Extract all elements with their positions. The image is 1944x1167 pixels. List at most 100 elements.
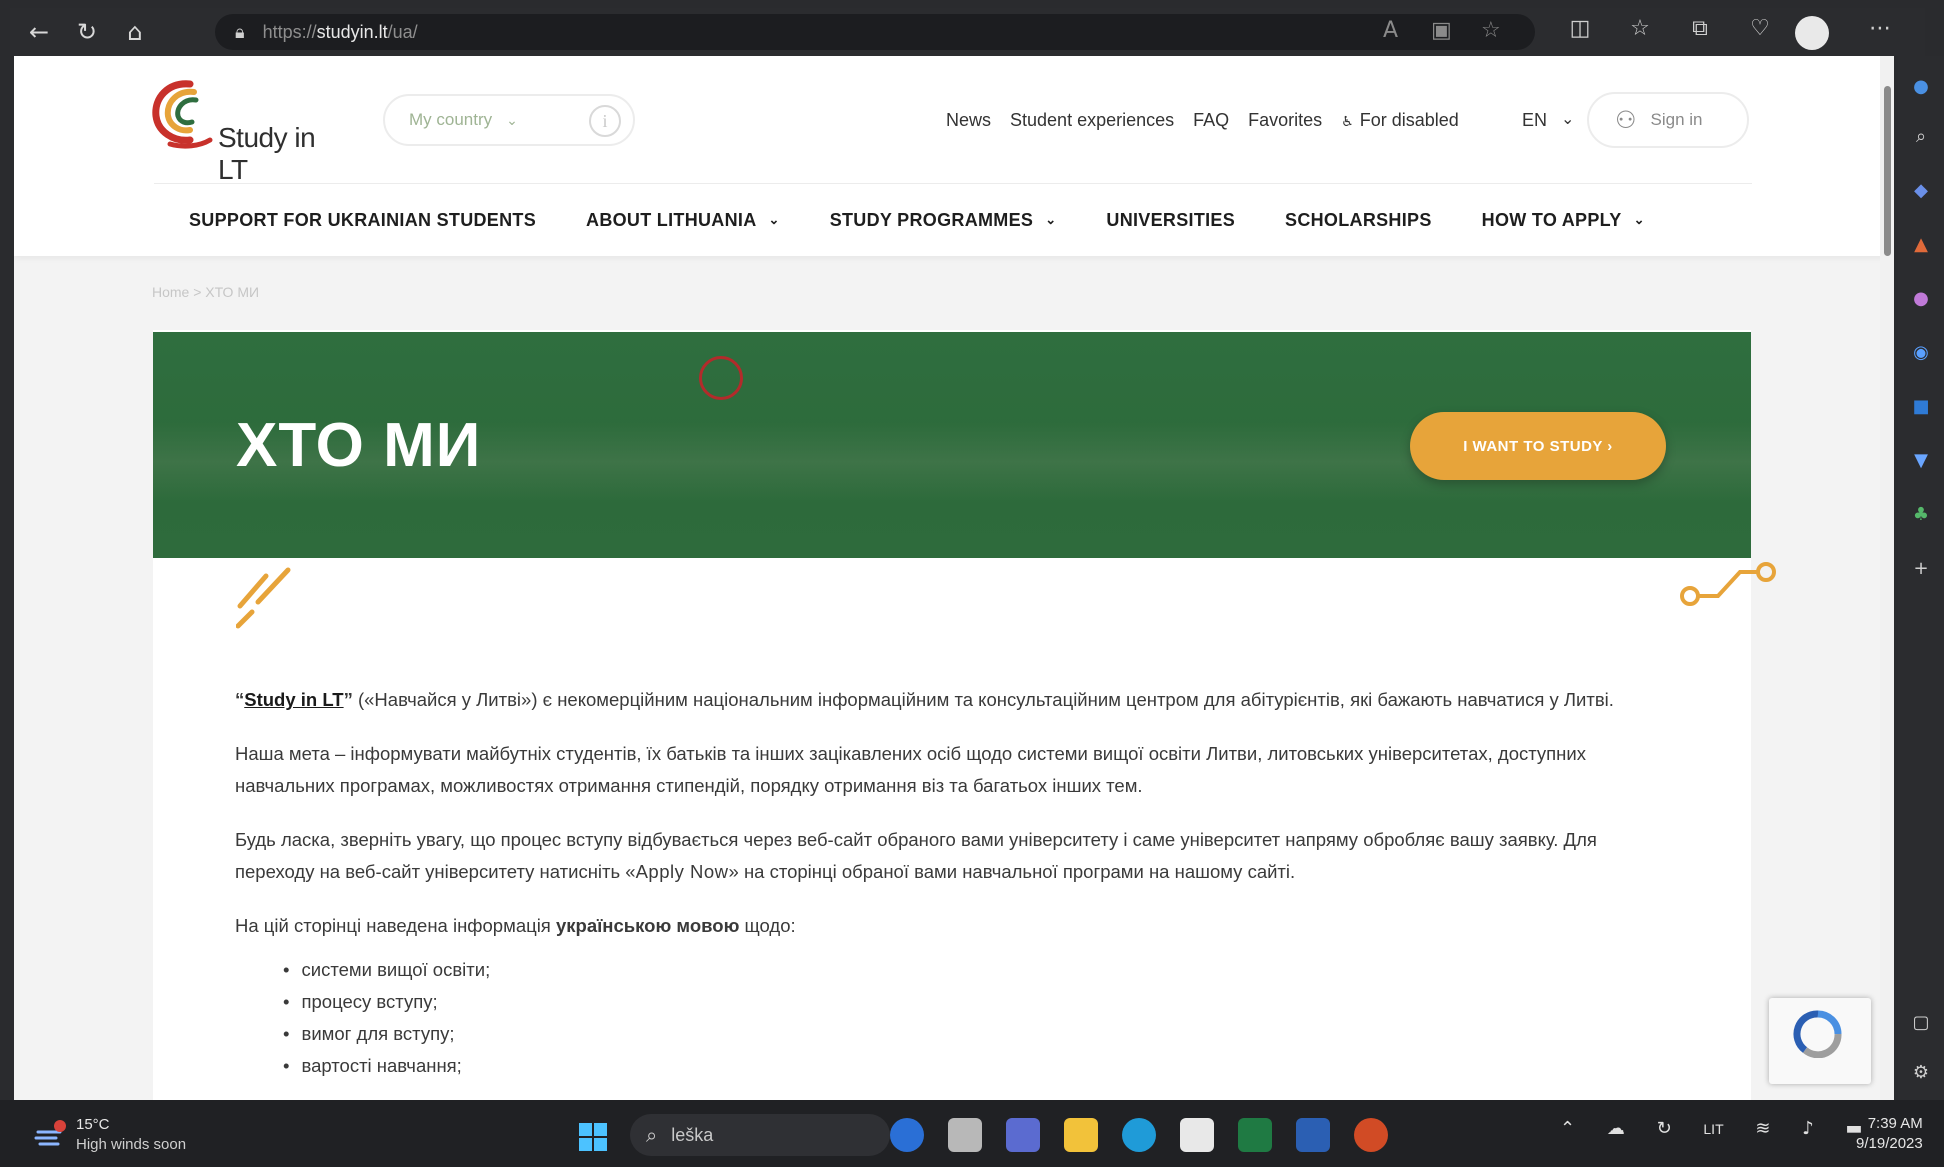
- accessibility-icon: ♿︎: [1341, 114, 1354, 130]
- hero-banner: ХТО МИ I WANT TO STUDY ›: [153, 332, 1751, 558]
- collections-icon[interactable]: ⧉: [1682, 16, 1718, 41]
- nav-universities[interactable]: UNIVERSITIES: [1106, 210, 1235, 231]
- chevron-up-icon[interactable]: ⌃: [1560, 1118, 1575, 1139]
- nav-about-lithuania[interactable]: ABOUT LITHUANIA ⌄: [586, 210, 780, 231]
- copilot-icon[interactable]: ◉: [1908, 342, 1934, 368]
- breadcrumb[interactable]: Home > ХТО МИ: [152, 284, 259, 300]
- weather-condition: High winds soon: [76, 1136, 187, 1153]
- cursor-ring-icon: [699, 356, 743, 400]
- intro-paragraph: “Study in LT” («Навчайся у Литві») є нек…: [235, 689, 1614, 710]
- teams-icon[interactable]: [1006, 1118, 1040, 1152]
- site-header: Study in LT My country ⌄ i News Student …: [14, 56, 1894, 256]
- logo-swirl-icon: [152, 80, 213, 149]
- language-indicator[interactable]: LIT: [1703, 1121, 1723, 1137]
- wifi-icon[interactable]: ≋: [1755, 1118, 1770, 1139]
- address-bar[interactable]: 🔒︎ https://studyin.lt/ua/ A ▣ ☆: [215, 14, 1535, 50]
- powerpoint-icon[interactable]: [1354, 1118, 1388, 1152]
- language-chevron-icon[interactable]: ⌄: [1561, 109, 1574, 129]
- back-icon[interactable]: ←: [16, 12, 62, 52]
- list-item: вимог для вступу;: [283, 1018, 1675, 1050]
- user-icon: ⚇: [1615, 106, 1637, 134]
- settings-gear-icon[interactable]: ⚙: [1908, 1062, 1934, 1088]
- refresh-icon[interactable]: ↻: [64, 12, 110, 52]
- topics-list: системи вищої освіти; процесу вступу; ви…: [283, 954, 1675, 1082]
- url-text[interactable]: https://studyin.lt/ua/: [263, 22, 418, 43]
- add-icon[interactable]: +: [1908, 558, 1934, 584]
- screen: ← ↻ ⌂ 🔒︎ https://studyin.lt/ua/ A ▣ ☆ ◫ …: [0, 0, 1944, 1167]
- recaptcha-badge[interactable]: [1769, 998, 1871, 1084]
- shopping-tag-icon[interactable]: ◆: [1908, 180, 1934, 206]
- split-screen-icon[interactable]: ◫: [1562, 16, 1598, 41]
- tools-icon[interactable]: ▲: [1908, 234, 1934, 260]
- chevron-down-icon: ⌄: [1045, 212, 1057, 227]
- taskbar: 15°C High winds soon ⌕ leška ⌃ ☁ ↻ LIT ≋…: [0, 1100, 1944, 1167]
- sign-in-button[interactable]: ⚇ Sign in: [1587, 92, 1749, 148]
- clock[interactable]: 7:39 AM 9/19/2023: [1856, 1114, 1923, 1154]
- top-nav-faq[interactable]: FAQ: [1193, 110, 1229, 131]
- scrollbar-thumb[interactable]: [1884, 86, 1891, 256]
- nav-support-ukrainian-students[interactable]: SUPPORT FOR UKRAINIAN STUDENTS: [189, 210, 536, 231]
- edge-sidebar: ● ⌕ ◆ ▲ ● ◉ ■ ▼ ♣ + ▢ ⚙: [1898, 56, 1944, 1100]
- admission-paragraph: Будь ласка, зверніть увагу, що процес вс…: [235, 829, 1597, 882]
- notification-bell-icon[interactable]: ●: [1908, 76, 1934, 102]
- chevron-down-icon: ⌄: [1633, 212, 1645, 227]
- weather-temperature: 15°C: [76, 1116, 110, 1133]
- clock-date: 9/19/2023: [1856, 1135, 1923, 1152]
- task-view-icon[interactable]: [948, 1118, 982, 1152]
- list-item: процесу вступу;: [283, 986, 1675, 1018]
- language-selector[interactable]: EN: [1522, 110, 1547, 131]
- send-icon[interactable]: ▼: [1908, 450, 1934, 476]
- recaptcha-icon: [1793, 1010, 1842, 1058]
- search-icon: ⌕: [646, 1123, 658, 1147]
- sync-icon[interactable]: ↻: [1657, 1118, 1672, 1139]
- nav-study-programmes[interactable]: STUDY PROGRAMMES ⌄: [830, 210, 1057, 231]
- word-icon[interactable]: [1296, 1118, 1330, 1152]
- extensions-icon[interactable]: ♡: [1742, 16, 1778, 41]
- volume-icon[interactable]: ♪: [1802, 1118, 1814, 1139]
- browser-toolbar: ← ↻ ⌂ 🔒︎ https://studyin.lt/ua/ A ▣ ☆ ◫ …: [10, 8, 1925, 56]
- search-icon[interactable]: ⌕: [1908, 126, 1934, 152]
- profile-avatar-icon[interactable]: [1795, 16, 1829, 50]
- article-body: “Study in LT” («Навчайся у Литві») є нек…: [235, 684, 1675, 1082]
- tree-icon[interactable]: ♣: [1908, 504, 1934, 530]
- sidebar-layout-icon[interactable]: ▢: [1908, 1012, 1934, 1038]
- windows-start-icon[interactable]: [578, 1122, 608, 1152]
- onedrive-icon[interactable]: ☁: [1607, 1118, 1625, 1139]
- chevron-down-icon: ⌄: [768, 212, 780, 227]
- store-icon[interactable]: [1180, 1118, 1214, 1152]
- top-nav: News Student experiences FAQ Favorites ♿…: [946, 110, 1497, 131]
- site-logo[interactable]: Study in LT: [150, 76, 330, 185]
- top-nav-student-experiences[interactable]: Student experiences: [1010, 110, 1174, 131]
- header-divider: [154, 183, 1752, 184]
- top-nav-for-disabled[interactable]: ♿︎ For disabled: [1341, 110, 1478, 131]
- excel-icon[interactable]: [1238, 1118, 1272, 1152]
- bing-icon[interactable]: [890, 1118, 924, 1152]
- nav-scholarships[interactable]: SCHOLARSHIPS: [1285, 210, 1432, 231]
- sign-in-label: Sign in: [1650, 110, 1703, 129]
- file-explorer-icon[interactable]: [1064, 1118, 1098, 1152]
- study-in-lt-link[interactable]: Study in LT: [244, 689, 343, 710]
- favorites-icon[interactable]: ☆: [1622, 16, 1658, 41]
- list-item: вартості навчання;: [283, 1050, 1675, 1082]
- top-nav-news[interactable]: News: [946, 110, 991, 131]
- i-want-to-study-button[interactable]: I WANT TO STUDY ›: [1410, 412, 1666, 480]
- reader-view-icon[interactable]: ▣: [1431, 18, 1452, 43]
- info-icon[interactable]: i: [589, 105, 621, 137]
- read-aloud-icon[interactable]: A: [1383, 18, 1398, 43]
- country-selector[interactable]: My country ⌄ i: [383, 94, 635, 146]
- page-scrollbar[interactable]: [1880, 56, 1894, 1100]
- page-viewport: Study in LT My country ⌄ i News Student …: [14, 56, 1894, 1100]
- nav-how-to-apply[interactable]: HOW TO APPLY ⌄: [1482, 210, 1645, 231]
- decorative-slashes-icon: [236, 567, 291, 629]
- more-menu-icon[interactable]: ⋯: [1862, 16, 1898, 41]
- clock-time: 7:39 AM: [1867, 1115, 1923, 1132]
- outlook-icon[interactable]: ■: [1908, 396, 1934, 422]
- people-icon[interactable]: ●: [1908, 288, 1934, 314]
- favorite-star-icon[interactable]: ☆: [1481, 18, 1501, 43]
- taskbar-search[interactable]: ⌕ leška: [630, 1114, 890, 1156]
- weather-icon: [34, 1120, 66, 1146]
- home-icon[interactable]: ⌂: [112, 12, 158, 52]
- page-title: ХТО МИ: [236, 411, 482, 480]
- top-nav-favorites[interactable]: Favorites: [1248, 110, 1322, 131]
- edge-icon[interactable]: [1122, 1118, 1156, 1152]
